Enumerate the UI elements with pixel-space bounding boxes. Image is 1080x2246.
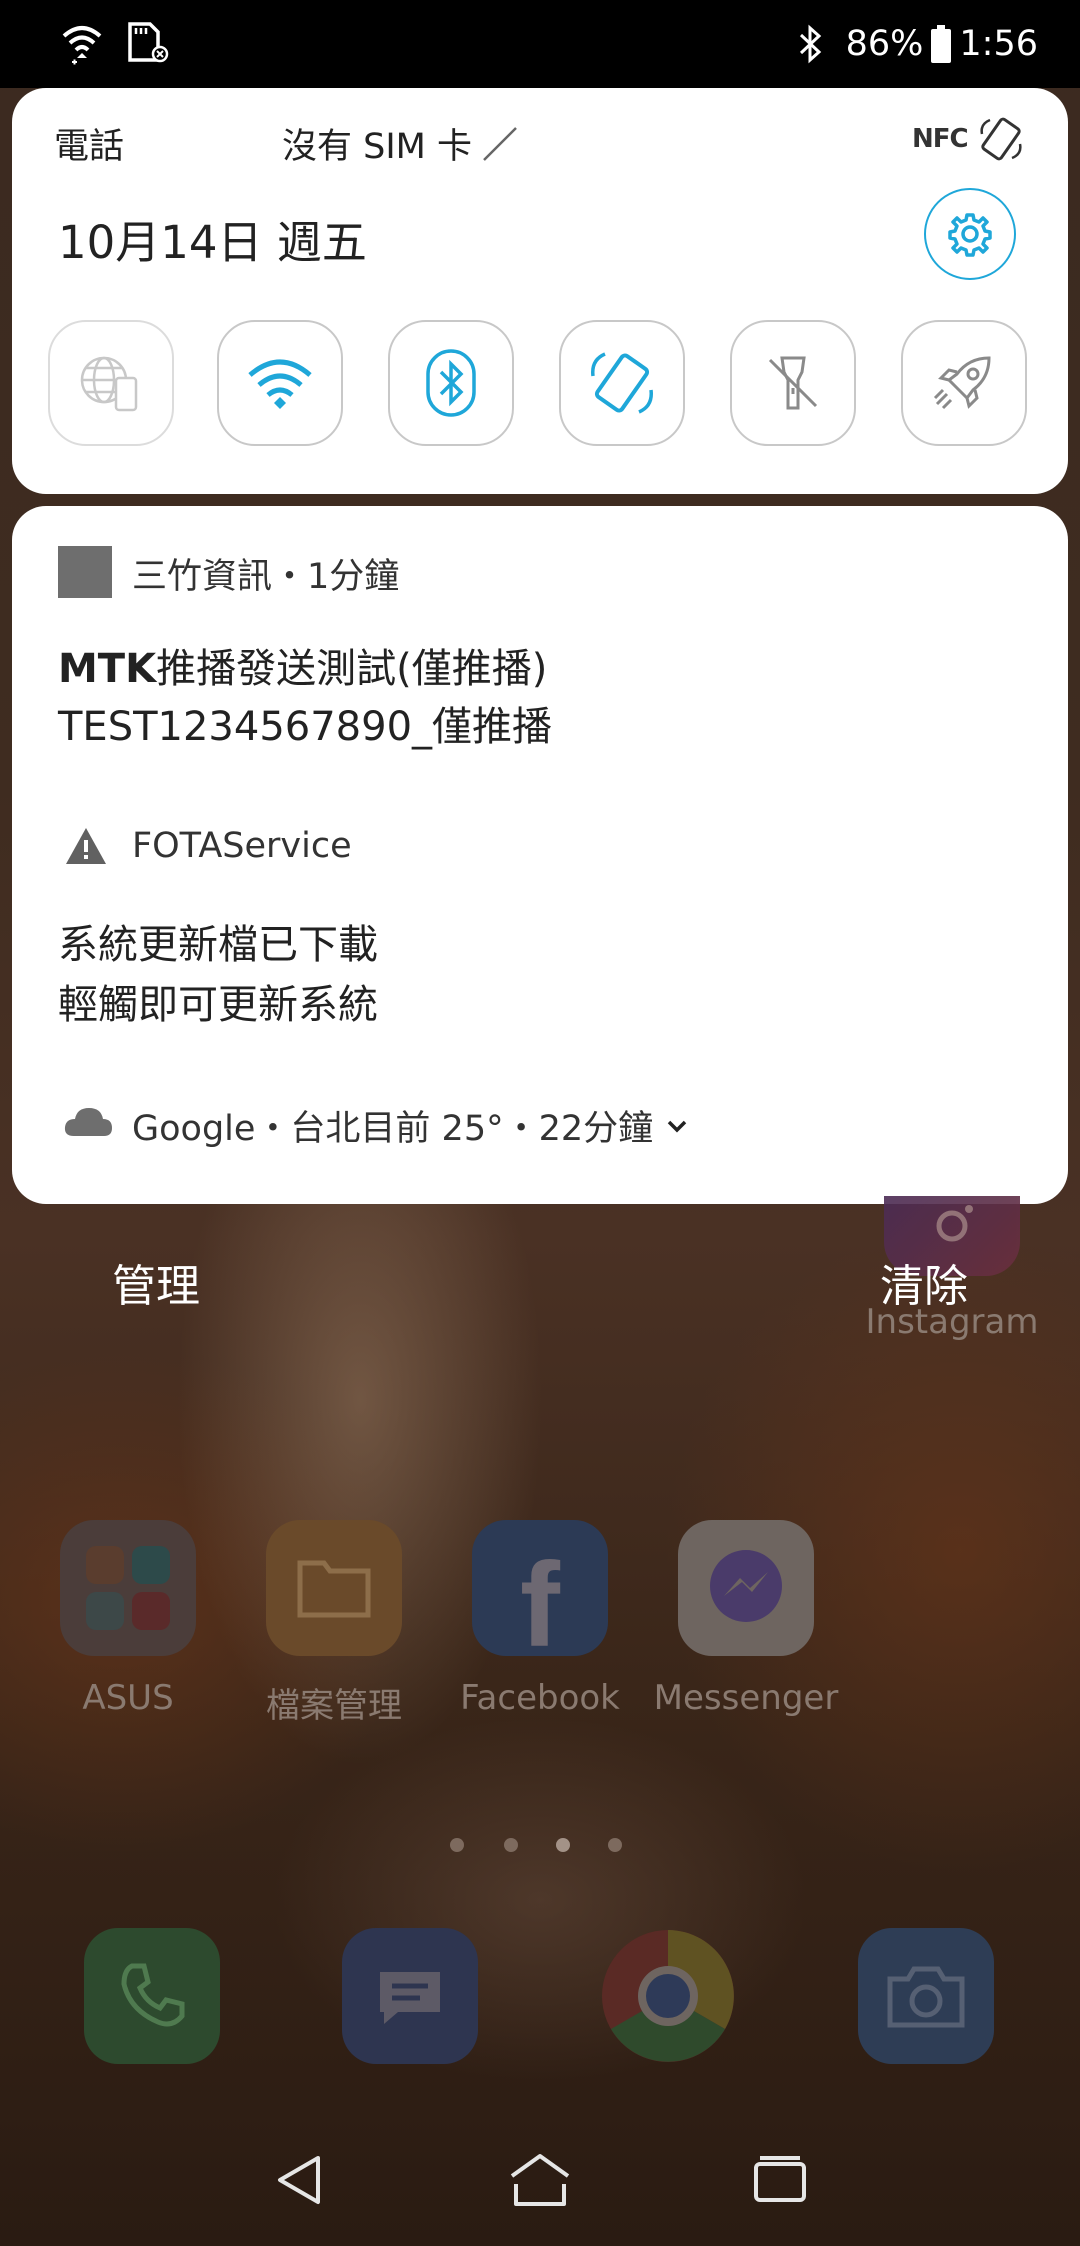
facebook-app[interactable]: f Facebook <box>440 1520 640 1718</box>
home-icon[interactable] <box>508 2150 572 2210</box>
wifi-icon <box>62 26 102 65</box>
phone-icon <box>121 1963 185 2027</box>
notification-app-name: FOTAService <box>132 826 352 866</box>
sim-status: 沒有 SIM 卡 <box>282 118 520 169</box>
file-manager-app[interactable]: 檔案管理 <box>234 1520 434 1727</box>
bluetooth-icon <box>799 24 821 64</box>
sim-label: 沒有 SIM 卡 <box>282 127 472 167</box>
wifi-icon <box>248 359 312 409</box>
phone-label: 電話 <box>54 127 125 167</box>
app-icon-placeholder <box>58 546 112 598</box>
bluetooth-icon <box>426 349 476 417</box>
auto-rotate-icon <box>591 352 653 414</box>
no-signal-icon <box>483 126 517 161</box>
folder-icon <box>60 1520 196 1656</box>
recents-icon[interactable] <box>750 2150 810 2210</box>
nfc-label: NFC <box>912 124 969 154</box>
weather-notification: Google・台北目前 25°・22分鐘 <box>132 1100 689 1151</box>
messenger-icon <box>678 1520 814 1656</box>
page-indicator-active <box>556 1838 570 1852</box>
notification-text: 輕觸即可更新系統 <box>58 982 378 1028</box>
app-label: 檔案管理 <box>266 1686 402 1726</box>
status-right: 86% 1:56 <box>798 18 1038 70</box>
page-indicator <box>450 1838 464 1852</box>
app-label: ASUS <box>82 1678 174 1718</box>
settings-button[interactable] <box>924 188 1016 280</box>
notification-title: MTK推播發送測試(僅推播) <box>58 636 547 694</box>
file-manager-icon <box>266 1520 402 1656</box>
chrome-icon <box>602 1930 734 2062</box>
messages-dock-app[interactable] <box>342 1928 478 2064</box>
message-icon <box>380 1972 440 2024</box>
nfc-indicator: NFC <box>912 124 969 154</box>
phone-dock-app[interactable] <box>84 1928 220 2064</box>
page-indicator <box>504 1838 518 1852</box>
page-indicator <box>608 1838 622 1852</box>
notification-title-rest: 推播發送測試(僅推播) <box>156 646 548 692</box>
quick-settings-panel: 電話 沒有 SIM 卡 NFC 10月14日 週五 <box>12 88 1068 494</box>
notification-text: 系統更新檔已下載 <box>58 922 378 968</box>
warning-icon <box>66 828 106 864</box>
tile-bluetooth[interactable] <box>388 320 514 446</box>
tile-mobile-data[interactable] <box>48 320 174 446</box>
battery-icon <box>931 25 952 63</box>
notification-card[interactable]: 三竹資訊・1分鐘 MTK推播發送測試(僅推播) TEST1234567890_僅… <box>12 506 1068 1204</box>
cloud-icon <box>64 1108 112 1136</box>
tile-game-genie[interactable] <box>901 320 1027 446</box>
chevron-down-icon[interactable] <box>665 1118 689 1134</box>
facebook-icon: f <box>472 1520 608 1672</box>
camera-icon <box>887 1966 965 2028</box>
manage-button[interactable]: 管理 <box>112 1250 200 1314</box>
tile-flashlight[interactable] <box>730 320 856 446</box>
clock: 1:56 <box>959 24 1038 64</box>
clear-button[interactable]: 清除 <box>880 1250 968 1314</box>
tile-auto-rotate[interactable] <box>559 320 685 446</box>
notification-app-name: 三竹資訊・1分鐘 <box>132 557 400 597</box>
status-bar: 86% 1:56 <box>0 0 1080 88</box>
app-label: Messenger <box>653 1678 839 1718</box>
globe-phone-icon <box>80 356 138 412</box>
app-label: Facebook <box>460 1678 620 1718</box>
notification-title-bold: MTK <box>58 646 157 692</box>
chrome-dock-app[interactable] <box>600 1928 736 2064</box>
back-icon[interactable] <box>270 2150 330 2210</box>
gear-icon <box>948 213 992 257</box>
sd-card-icon <box>128 22 169 63</box>
asus-folder[interactable]: ASUS <box>28 1520 228 1718</box>
camera-dock-app[interactable] <box>858 1928 994 2064</box>
auto-rotate-icon <box>980 117 1022 161</box>
weather-text: Google・台北目前 25°・22分鐘 <box>132 1109 654 1149</box>
date-label: 10月14日 週五 <box>58 216 367 269</box>
flashlight-off-icon <box>768 356 818 410</box>
messenger-app[interactable]: Messenger <box>646 1520 846 1718</box>
rocket-icon <box>933 356 991 410</box>
battery-percent: 86% <box>845 24 924 64</box>
tile-wifi[interactable] <box>217 320 343 446</box>
notification-text: TEST1234567890_僅推播 <box>58 704 553 750</box>
